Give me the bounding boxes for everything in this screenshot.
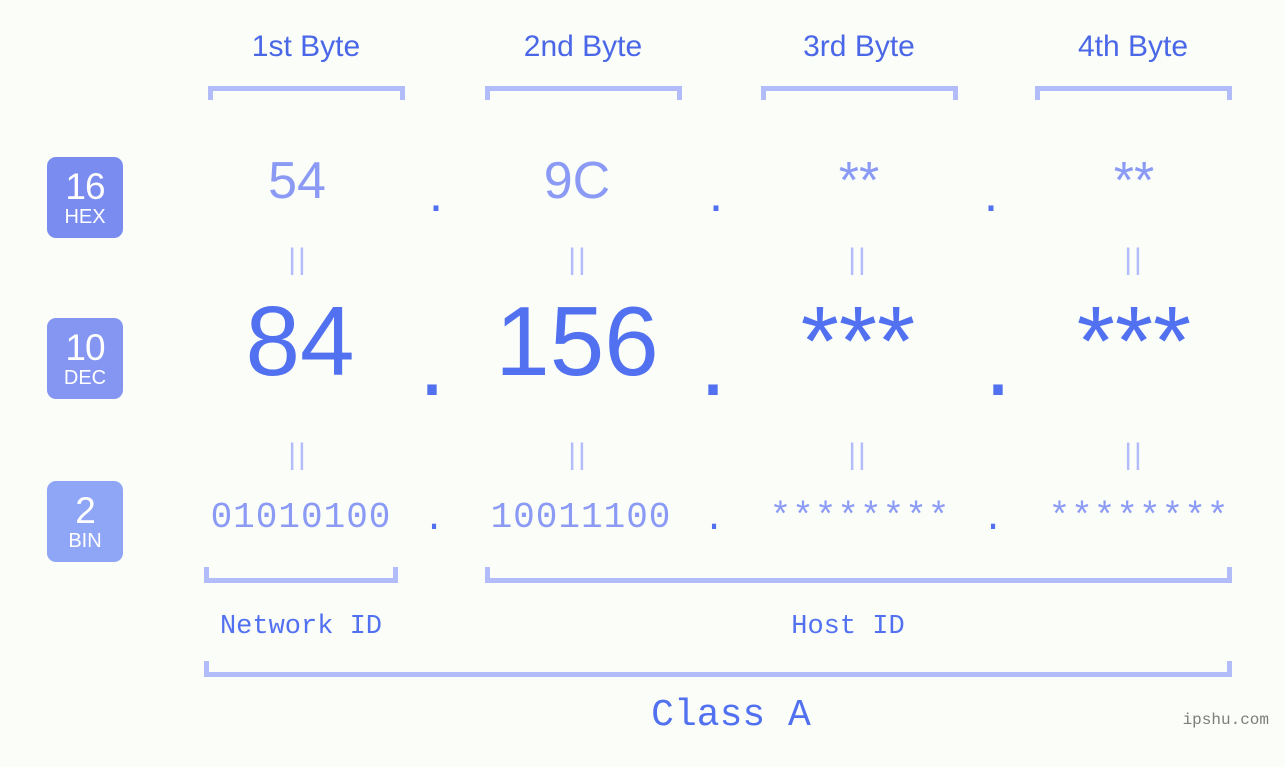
bin-separator-2: . <box>703 499 725 540</box>
host-id-label: Host ID <box>791 612 905 642</box>
class-label: Class A <box>651 694 811 737</box>
byte-header-1: 1st Byte <box>251 30 361 63</box>
base-badge-hex[interactable]: 16 HEX <box>47 157 123 238</box>
base-badge-bin[interactable]: 2 BIN <box>47 481 123 562</box>
base-badge-dec-number: 10 <box>65 327 105 368</box>
hex-byte-3: ** <box>838 152 880 210</box>
base-badge-bin-name: BIN <box>68 530 102 552</box>
byte-bracket-4 <box>1035 86 1232 100</box>
bin-byte-3: ******** <box>769 497 951 538</box>
base-badge-dec[interactable]: 10 DEC <box>47 318 123 399</box>
class-bracket <box>204 661 1232 677</box>
base-badge-hex-number: 16 <box>65 166 105 207</box>
base-badge-bin-number: 2 <box>75 490 96 531</box>
dec-byte-3: *** <box>800 286 916 396</box>
base-badge-hex-name: HEX <box>64 206 106 228</box>
byte-header-2: 2nd Byte <box>523 30 643 63</box>
byte-header-4: 4th Byte <box>1077 30 1189 63</box>
bin-byte-1: 01010100 <box>210 497 392 538</box>
equals-icon-hex-dec-1: || <box>288 243 308 276</box>
equals-icon-dec-bin-4: || <box>1124 438 1144 471</box>
hex-separator-2: . <box>708 165 724 223</box>
equals-icon-dec-bin-1: || <box>288 438 308 471</box>
hex-byte-1: 54 <box>268 152 326 210</box>
base-badge-dec-name: DEC <box>63 367 107 389</box>
byte-bracket-1 <box>208 86 405 100</box>
network-id-label: Network ID <box>219 612 383 642</box>
byte-bracket-3 <box>761 86 958 100</box>
equals-icon-dec-bin-2: || <box>568 438 588 471</box>
equals-icon-dec-bin-3: || <box>848 438 868 471</box>
equals-icon-hex-dec-2: || <box>568 243 588 276</box>
bin-separator-3: . <box>982 499 1004 540</box>
network-id-bracket <box>204 567 398 583</box>
hex-separator-3: . <box>983 165 999 223</box>
hex-byte-2: 9C <box>543 152 611 210</box>
dec-byte-1: 84 <box>245 286 355 396</box>
bin-byte-4: ******** <box>1048 497 1230 538</box>
host-id-bracket <box>485 567 1232 583</box>
byte-header-3: 3rd Byte <box>803 30 915 63</box>
dec-separator-1: . <box>418 306 446 416</box>
dec-separator-2: . <box>699 306 727 416</box>
hex-byte-4: ** <box>1113 152 1155 210</box>
hex-separator-1: . <box>428 165 444 223</box>
site-watermark: ipshu.com <box>1182 711 1269 729</box>
equals-icon-hex-dec-4: || <box>1124 243 1144 276</box>
dec-byte-4: *** <box>1076 286 1192 396</box>
byte-bracket-2 <box>485 86 682 100</box>
equals-icon-hex-dec-3: || <box>848 243 868 276</box>
dec-byte-2: 156 <box>495 286 659 396</box>
bin-separator-1: . <box>423 499 445 540</box>
bin-byte-2: 10011100 <box>490 497 672 538</box>
